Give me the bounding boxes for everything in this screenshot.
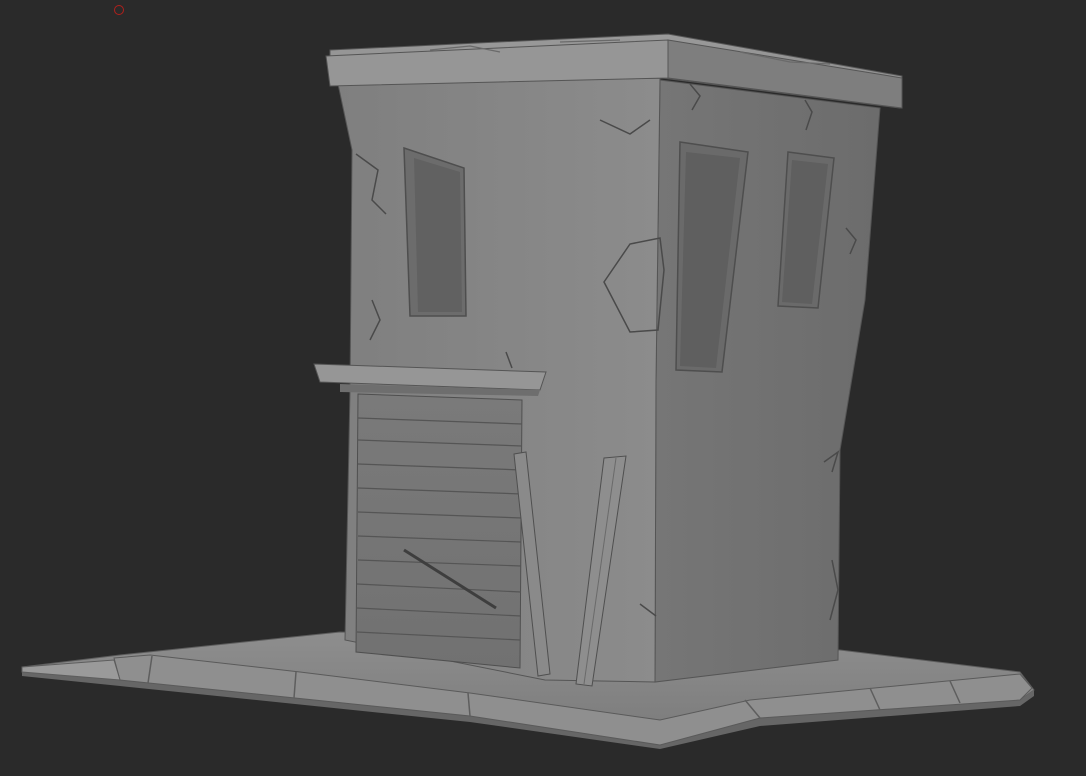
boarded-door — [355, 393, 523, 669]
building-side-wall — [654, 79, 881, 683]
sculpt-model-render[interactable] — [0, 0, 1086, 776]
viewport-canvas[interactable] — [0, 0, 1086, 776]
